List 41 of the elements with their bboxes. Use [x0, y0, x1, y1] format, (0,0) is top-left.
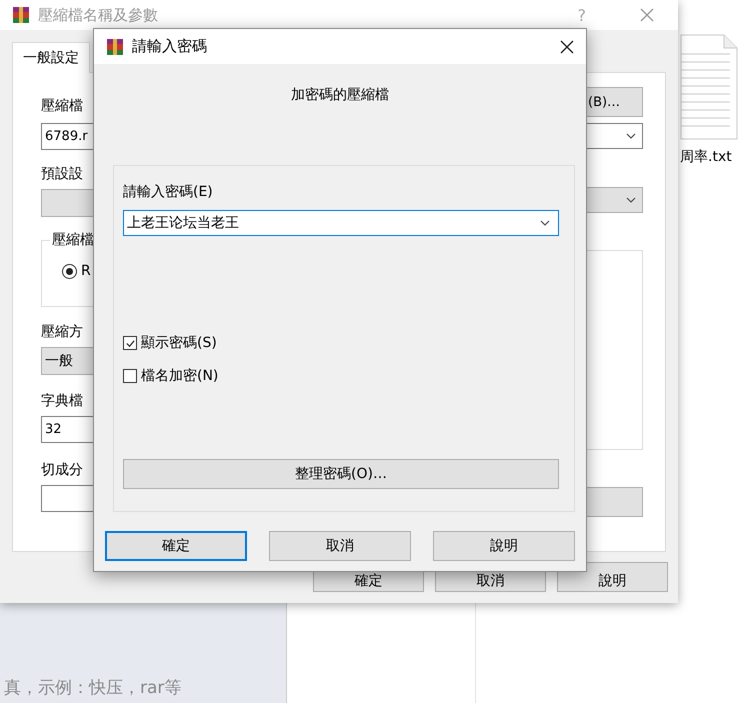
- field-label: 壓縮檔: [41, 98, 84, 114]
- field-label: 字典檔: [41, 393, 84, 409]
- dialog-button[interactable]: 取消: [269, 531, 411, 561]
- dialog-button[interactable]: 說明: [433, 531, 575, 561]
- dropdown[interactable]: [586, 123, 643, 149]
- text-field[interactable]: 32: [41, 416, 94, 443]
- button[interactable]: [586, 487, 643, 517]
- dropdown[interactable]: 一般: [41, 347, 94, 375]
- window-title: 壓縮檔名稱及參數: [38, 6, 159, 24]
- tab[interactable]: 一般設定: [12, 42, 90, 73]
- button[interactable]: (B)…: [586, 87, 643, 117]
- radio-option[interactable]: R: [62, 263, 91, 279]
- list-box[interactable]: [586, 250, 643, 450]
- chevron-down-icon: [626, 197, 636, 203]
- file-name: 周率.txt: [680, 148, 732, 166]
- checkbox[interactable]: 檔名加密(N): [123, 367, 559, 385]
- password-text: 上老王论坛当老王: [127, 214, 240, 232]
- password-field[interactable]: 上老王论坛当老王: [123, 210, 559, 236]
- field-label: 預設設: [41, 166, 84, 182]
- group-label: 壓縮檔: [50, 232, 96, 248]
- chevron-down-icon: [626, 133, 636, 139]
- dialog-button[interactable]: 說明: [557, 562, 668, 592]
- close-icon[interactable]: [560, 40, 574, 54]
- checkmark-icon: [124, 338, 136, 348]
- dialog-title: 請輸入密碼: [132, 37, 208, 56]
- field-label: 請輸入密碼(E): [123, 184, 214, 200]
- page-text: 真，示例：快压，rar等: [4, 677, 182, 699]
- checkbox[interactable]: 顯示密碼(S): [123, 334, 559, 352]
- archive-icon: [106, 38, 124, 56]
- field-label: 切成分: [41, 462, 84, 478]
- dropdown[interactable]: [586, 187, 643, 213]
- text-field[interactable]: 6789.r: [41, 123, 94, 150]
- text-field[interactable]: [41, 485, 94, 512]
- dropdown[interactable]: [41, 189, 94, 217]
- archive-icon: [12, 6, 30, 24]
- text-file-icon[interactable]: [680, 34, 738, 140]
- chevron-down-icon: [540, 220, 550, 226]
- manage-passwords-button[interactable]: 整理密碼(O)…: [123, 459, 559, 489]
- dialog-button[interactable]: 確定: [105, 531, 247, 561]
- field-label: 壓縮方: [41, 324, 84, 340]
- dialog-heading: 加密碼的壓縮檔: [290, 86, 390, 104]
